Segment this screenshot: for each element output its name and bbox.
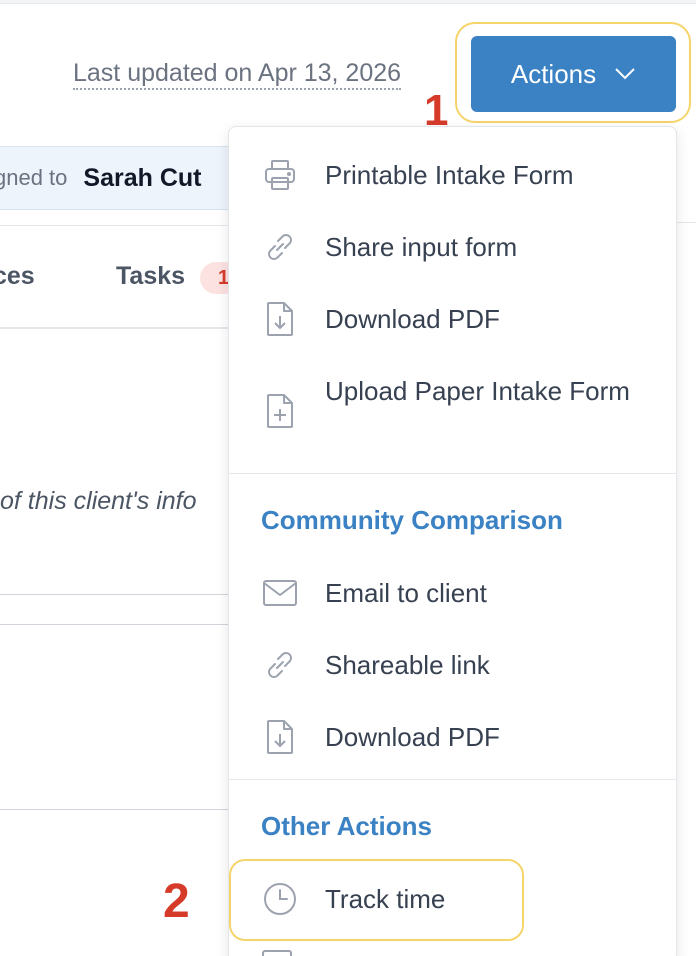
menu-item-label: Download PDF [325,304,500,334]
menu-item-label: Email to client [325,578,487,608]
divider [676,222,696,223]
section-header-community-comparison: Community Comparison [261,505,563,535]
menu-item-download-pdf-comparison[interactable]: Download PDF [229,715,678,759]
divider [0,624,230,625]
menu-divider [229,779,676,780]
envelope-icon [261,574,299,612]
divider [0,594,230,595]
menu-item-email-to-client[interactable]: Email to client [229,571,678,615]
tabs-top-border [0,225,230,226]
actions-button[interactable]: Actions [471,36,676,112]
link-icon [261,646,299,684]
actions-button-label: Actions [510,58,597,89]
divider [0,809,230,810]
menu-item-download-pdf[interactable]: Download PDF [229,297,678,341]
top-edge [0,0,696,4]
menu-divider [229,473,676,474]
menu-item-shareable-link[interactable]: Shareable link [229,643,678,687]
menu-item-share-input-form[interactable]: Share input form [229,225,678,269]
tab-tasks[interactable]: Tasks [116,262,185,291]
track-time-highlight-annotation [229,859,524,941]
printer-icon [261,156,299,194]
partial-icon [262,950,292,956]
menu-item-label: Download PDF [325,722,500,752]
menu-item-upload-paper-intake-form[interactable]: Upload Paper Intake Form [229,369,678,453]
tab-services[interactable]: ices [0,262,35,291]
assigned-bar: gned to Sarah Cut [0,146,240,210]
chevron-down-icon [615,68,635,80]
assigned-label: gned to [0,165,68,190]
actions-dropdown-menu: Printable Intake Form Share input form D… [228,126,677,956]
file-download-icon [261,300,299,338]
menu-item-label: Upload Paper Intake Form [325,376,630,406]
section-header-other-actions: Other Actions [261,811,432,841]
file-download-icon [261,718,299,756]
file-plus-icon [261,392,299,430]
tabs-bottom-border [0,327,230,329]
last-updated-text: Last updated on Apr 13, 2026 [73,58,402,90]
info-text: of this client's info [0,487,197,515]
link-icon [261,228,299,266]
step-2-marker: 2 [163,875,190,928]
menu-item-printable-intake-form[interactable]: Printable Intake Form [229,153,678,197]
menu-item-label: Shareable link [325,650,490,680]
assigned-name[interactable]: Sarah Cut [83,164,201,193]
menu-item-label: Share input form [325,232,518,262]
menu-item-label: Printable Intake Form [325,160,574,190]
